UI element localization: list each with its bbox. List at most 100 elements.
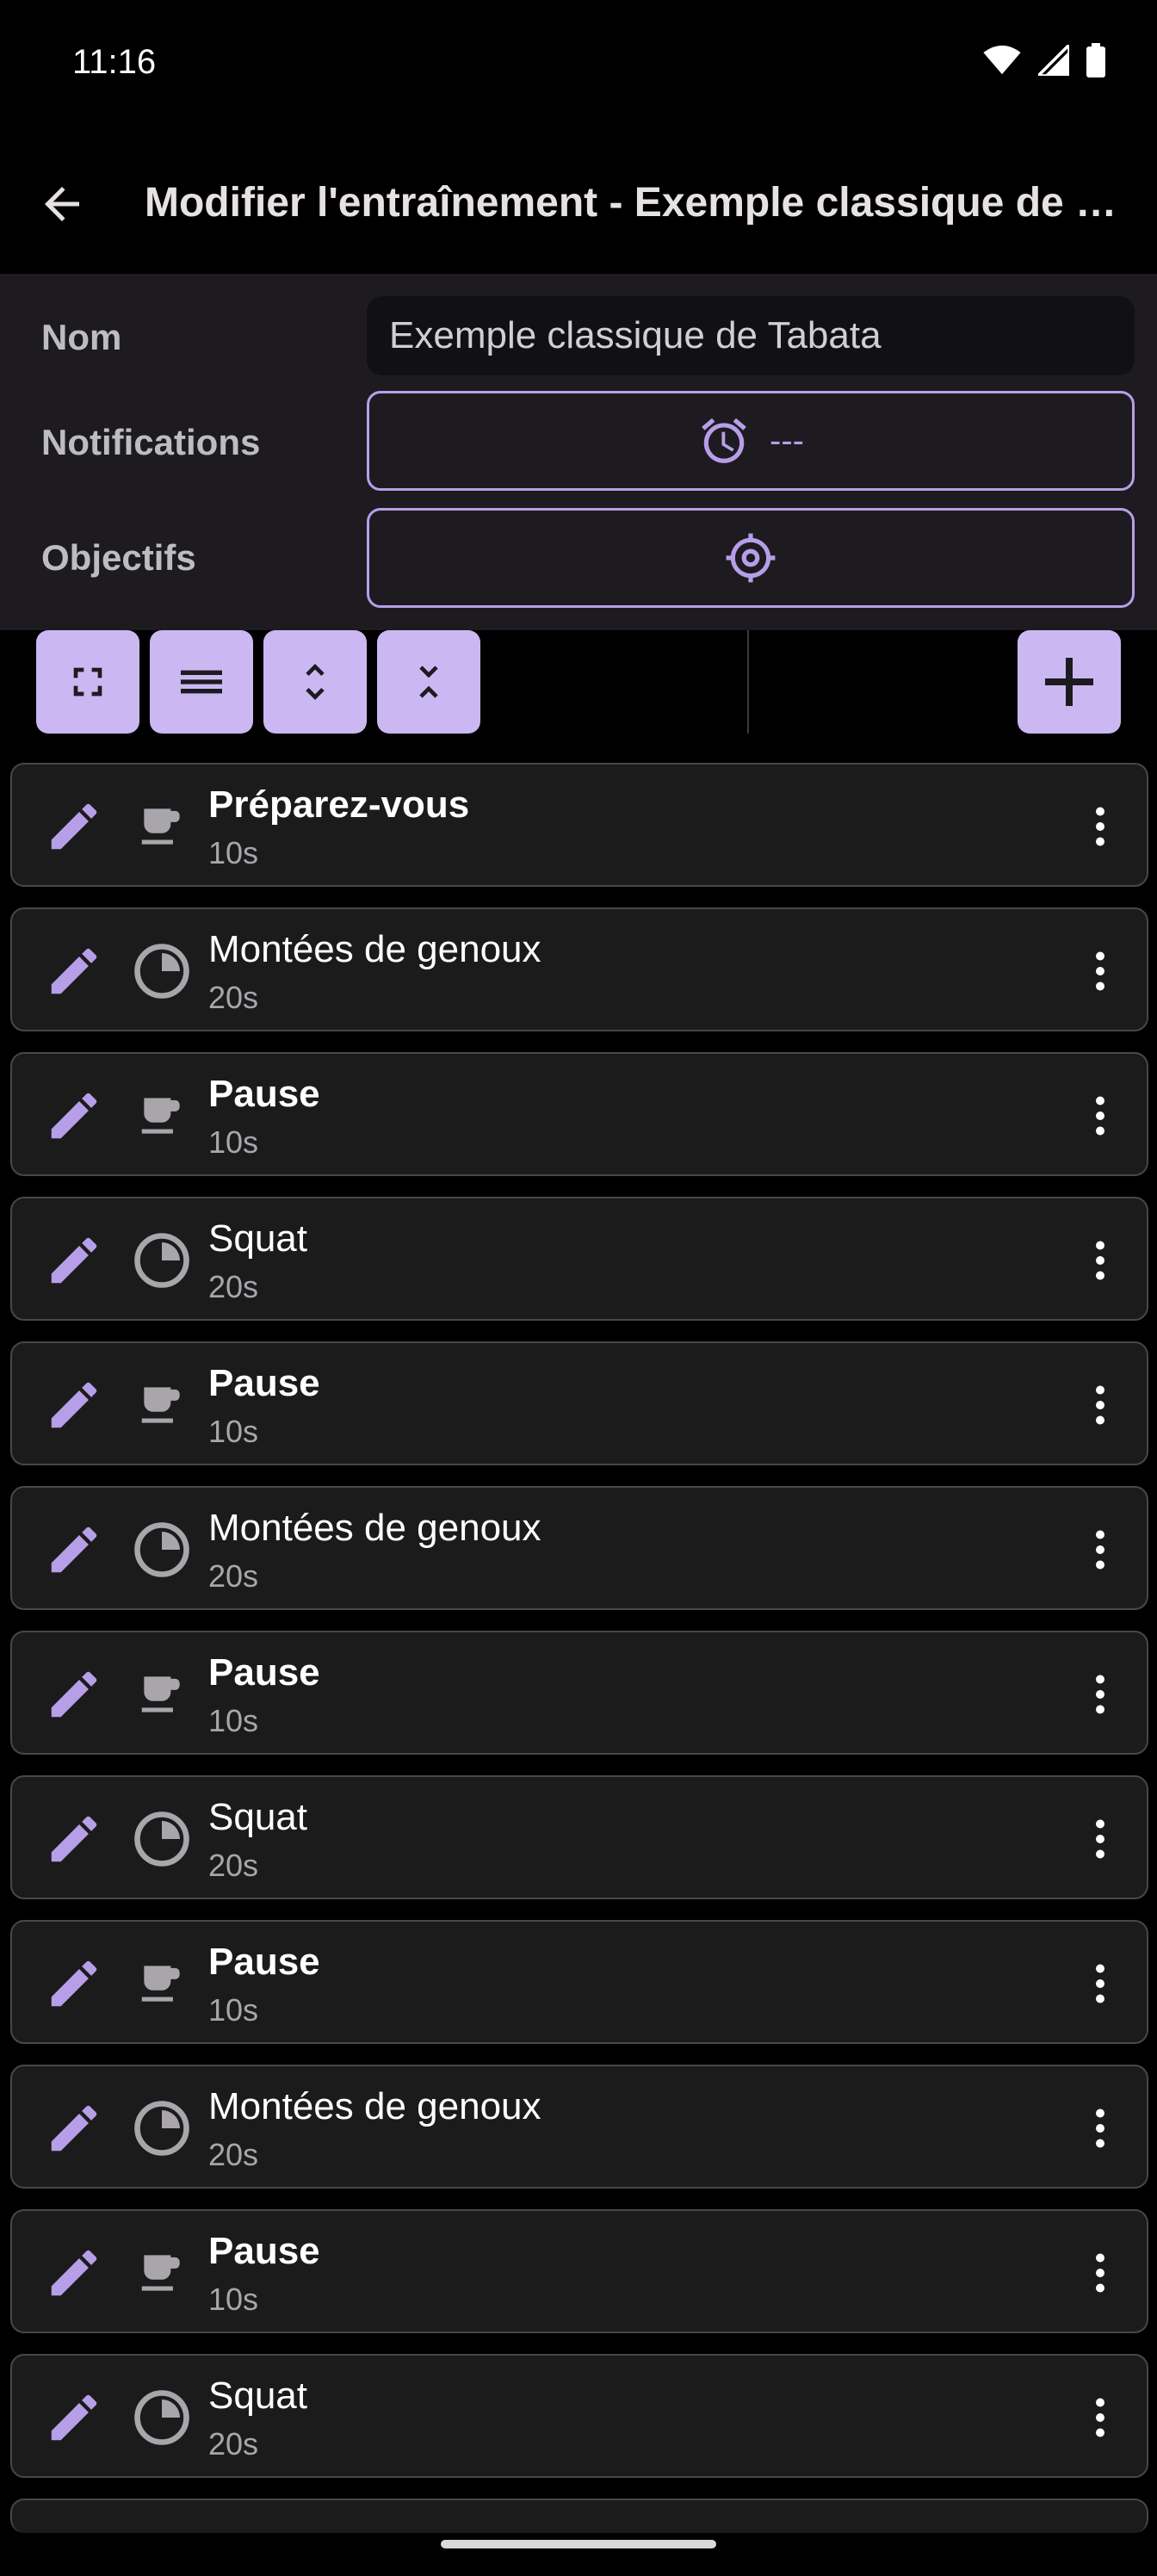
notifications-button[interactable]: --- xyxy=(367,391,1135,491)
expand-all-button[interactable] xyxy=(263,630,367,734)
list-item[interactable] xyxy=(10,2499,1148,2533)
edit-icon xyxy=(51,1526,97,1573)
goals-button[interactable] xyxy=(367,508,1135,608)
fullscreen-icon xyxy=(73,667,102,697)
item-title: Montées de genoux xyxy=(208,2085,541,2127)
arrow-back-icon xyxy=(45,187,79,221)
toolbar-divider xyxy=(747,630,749,734)
edit-button[interactable] xyxy=(38,935,110,1007)
target-icon xyxy=(726,533,776,583)
edit-button[interactable] xyxy=(38,1947,110,2020)
item-duration: 20s xyxy=(208,2426,259,2461)
more-vert-icon xyxy=(1096,807,1104,846)
edit-button[interactable] xyxy=(38,1369,110,1441)
workout-settings-panel: Nom Exemple classique de Tabata Notifica… xyxy=(0,274,1157,630)
more-vert-icon xyxy=(1096,2108,1104,2148)
list-item[interactable]: Préparez-vous 10s xyxy=(10,763,1148,887)
alarm-icon xyxy=(702,418,746,463)
item-title: Pause xyxy=(208,1941,320,1983)
list-item[interactable]: Montées de genoux 20s xyxy=(10,1486,1148,1610)
timer-pie-icon xyxy=(134,1233,189,1288)
more-options-button[interactable] xyxy=(1074,1371,1126,1440)
name-label: Nom xyxy=(41,317,122,357)
edit-button[interactable] xyxy=(38,2381,110,2454)
compact-list-button[interactable] xyxy=(150,630,253,734)
list-item[interactable]: Pause 10s xyxy=(10,1631,1148,1755)
more-vert-icon xyxy=(1096,2253,1104,2293)
edit-icon xyxy=(51,2250,97,2296)
edit-icon xyxy=(51,1816,97,1862)
list-item[interactable]: Pause 10s xyxy=(10,1341,1148,1465)
more-vert-icon xyxy=(1096,1385,1104,1425)
list-item[interactable]: Pause 10s xyxy=(10,2209,1148,2333)
list-item[interactable]: Squat 20s xyxy=(10,1775,1148,1899)
add-button[interactable] xyxy=(1018,630,1121,734)
edit-icon xyxy=(51,948,97,994)
item-type-indicator xyxy=(131,1953,193,2015)
more-vert-icon xyxy=(1096,1096,1104,1136)
edit-icon xyxy=(51,2105,97,2152)
more-vert-icon xyxy=(1096,951,1104,991)
coffee-cup-icon xyxy=(141,1098,180,1134)
item-type-indicator xyxy=(131,2097,193,2159)
item-title: Montées de genoux xyxy=(208,1507,541,1549)
collapse-all-button[interactable] xyxy=(377,630,480,734)
more-options-button[interactable] xyxy=(1074,2239,1126,2307)
edit-button[interactable] xyxy=(38,790,110,863)
edit-button[interactable] xyxy=(38,1803,110,1875)
list-item[interactable]: Squat 20s xyxy=(10,2354,1148,2478)
item-type-indicator xyxy=(131,2387,193,2449)
notifications-value: --- xyxy=(770,421,804,460)
edit-icon xyxy=(51,803,97,850)
item-duration: 10s xyxy=(208,1992,259,2028)
item-duration: 10s xyxy=(208,1414,259,1449)
list-item[interactable]: Montées de genoux 20s xyxy=(10,2065,1148,2189)
edit-button[interactable] xyxy=(38,2237,110,2309)
item-type-indicator xyxy=(131,796,193,858)
more-vert-icon xyxy=(1096,1675,1104,1714)
coffee-cup-icon xyxy=(141,1966,180,2002)
more-options-button[interactable] xyxy=(1074,937,1126,1006)
item-type-indicator xyxy=(131,1519,193,1581)
edit-icon xyxy=(51,1960,97,2007)
item-title: Pause xyxy=(208,1362,320,1404)
edit-button[interactable] xyxy=(38,1224,110,1297)
more-options-button[interactable] xyxy=(1074,2383,1126,2452)
more-options-button[interactable] xyxy=(1074,1226,1126,1295)
edit-icon xyxy=(51,2394,97,2441)
fullscreen-button[interactable] xyxy=(36,630,139,734)
more-options-button[interactable] xyxy=(1074,2094,1126,2163)
more-options-button[interactable] xyxy=(1074,1081,1126,1150)
more-options-button[interactable] xyxy=(1074,1805,1126,1873)
coffee-cup-icon xyxy=(141,2255,180,2291)
item-duration: 10s xyxy=(208,1703,259,1738)
item-duration: 20s xyxy=(208,1558,259,1594)
more-options-button[interactable] xyxy=(1074,1949,1126,2018)
item-duration: 10s xyxy=(208,1124,259,1160)
more-vert-icon xyxy=(1096,1819,1104,1859)
name-field[interactable]: Exemple classique de Tabata xyxy=(367,296,1135,375)
gesture-nav-handle[interactable] xyxy=(441,2540,716,2548)
more-options-button[interactable] xyxy=(1074,1660,1126,1729)
more-options-button[interactable] xyxy=(1074,1515,1126,1584)
wifi-icon xyxy=(983,45,1021,75)
item-type-indicator xyxy=(131,1229,193,1291)
edit-button[interactable] xyxy=(38,1658,110,1731)
expand-icon xyxy=(306,664,325,700)
list-item[interactable]: Pause 10s xyxy=(10,1920,1148,2044)
coffee-cup-icon xyxy=(141,1676,180,1712)
more-options-button[interactable] xyxy=(1074,792,1126,861)
edit-icon xyxy=(51,1382,97,1428)
list-item[interactable]: Squat 20s xyxy=(10,1197,1148,1321)
item-duration: 20s xyxy=(208,2137,259,2172)
back-button[interactable] xyxy=(26,168,98,240)
edit-button[interactable] xyxy=(38,1080,110,1152)
edit-button[interactable] xyxy=(38,2092,110,2164)
list-item[interactable]: Pause 10s xyxy=(10,1052,1148,1176)
notifications-label: Notifications xyxy=(41,422,261,462)
list-item[interactable]: Montées de genoux 20s xyxy=(10,907,1148,1031)
timer-pie-icon xyxy=(134,944,189,999)
edit-button[interactable] xyxy=(38,1514,110,1586)
edit-icon xyxy=(51,1093,97,1139)
item-title: Pause xyxy=(208,1651,320,1694)
